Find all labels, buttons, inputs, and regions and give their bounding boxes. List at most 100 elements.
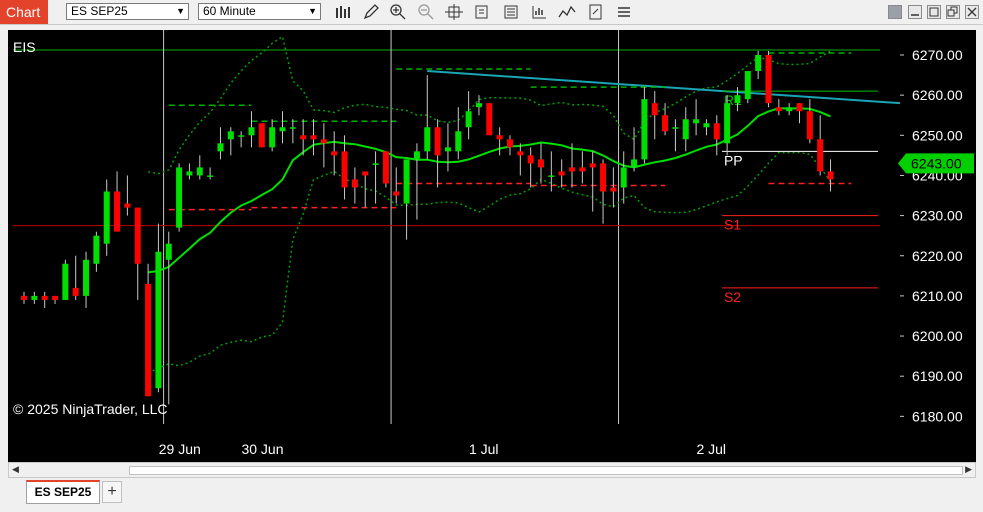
x-tick-label: 30 Jun bbox=[241, 441, 283, 457]
pivot-s2-label: S2 bbox=[724, 289, 741, 305]
chevron-down-icon: ▼ bbox=[308, 6, 317, 16]
strategies-icon[interactable] bbox=[502, 4, 520, 20]
current-price-label: 6243.00 bbox=[911, 155, 962, 171]
candle bbox=[506, 135, 513, 156]
y-tick-label: 6190.00 bbox=[912, 368, 963, 384]
indicators-icon[interactable] bbox=[530, 4, 548, 20]
candle bbox=[372, 151, 379, 204]
candle bbox=[444, 123, 451, 172]
x-tick-label: 29 Jun bbox=[159, 441, 201, 457]
candle bbox=[72, 255, 79, 300]
candle bbox=[724, 95, 731, 156]
candle bbox=[620, 151, 627, 204]
candle bbox=[331, 131, 338, 176]
candle bbox=[196, 155, 203, 180]
candle bbox=[62, 259, 69, 300]
instrument-selector[interactable]: ES SEP25 ▼ bbox=[66, 3, 189, 20]
candle bbox=[393, 167, 400, 204]
scroll-thumb[interactable] bbox=[129, 466, 963, 475]
candle bbox=[827, 159, 834, 192]
candle bbox=[682, 107, 689, 152]
candle bbox=[786, 103, 793, 116]
zoom-in-icon[interactable] bbox=[389, 4, 407, 20]
data-box-icon[interactable] bbox=[473, 4, 491, 20]
window-title: Chart bbox=[0, 0, 48, 24]
interval-value: 60 Minute bbox=[203, 4, 256, 18]
candle bbox=[765, 50, 772, 108]
instrument-label: EIS bbox=[13, 39, 36, 55]
y-tick-label: 6260.00 bbox=[912, 87, 963, 103]
y-tick-label: 6180.00 bbox=[912, 408, 963, 424]
candle bbox=[486, 103, 493, 136]
candle bbox=[320, 123, 327, 168]
pivot-s1-label: S1 bbox=[724, 217, 741, 233]
candle bbox=[124, 175, 131, 216]
properties-icon[interactable] bbox=[587, 4, 605, 20]
candle bbox=[465, 91, 472, 140]
candle bbox=[424, 75, 431, 160]
minimize-icon bbox=[911, 14, 919, 16]
scroll-right-icon[interactable]: ▶ bbox=[965, 464, 972, 475]
maximize-icon bbox=[929, 7, 939, 17]
candle bbox=[413, 143, 420, 220]
candle bbox=[796, 103, 803, 124]
interval-selector[interactable]: 60 Minute ▼ bbox=[198, 3, 321, 20]
candle bbox=[134, 207, 141, 300]
candle bbox=[496, 127, 503, 156]
candle bbox=[579, 151, 586, 184]
tab-es-sep25[interactable]: ES SEP25 bbox=[26, 480, 100, 504]
candle bbox=[165, 231, 172, 405]
candle bbox=[186, 163, 193, 180]
minimize-button[interactable] bbox=[888, 5, 902, 19]
tab-bar: ES SEP25 + bbox=[0, 478, 983, 512]
candle bbox=[662, 103, 669, 136]
candle bbox=[217, 127, 224, 160]
candle bbox=[434, 119, 441, 188]
tile-button[interactable] bbox=[908, 5, 922, 19]
candle bbox=[569, 143, 576, 188]
candle bbox=[455, 107, 462, 160]
candle bbox=[238, 131, 245, 148]
x-tick-label: 2 Jul bbox=[696, 441, 726, 457]
scroll-left-icon[interactable]: ◀ bbox=[12, 464, 19, 475]
y-tick-label: 6210.00 bbox=[912, 288, 963, 304]
price-chart[interactable]: R1PPS1S2 6270.006260.006250.006240.00623… bbox=[8, 30, 976, 462]
candle bbox=[527, 147, 534, 188]
candle bbox=[41, 291, 48, 308]
candle bbox=[475, 95, 482, 116]
candle bbox=[31, 291, 38, 304]
chart-panel[interactable]: R1 PP S1 S2 6270.00 6260.00 6250.00 6240.00 623… bbox=[8, 30, 976, 462]
candle bbox=[651, 91, 658, 140]
templates-icon[interactable] bbox=[615, 4, 633, 20]
y-tick-label: 6270.00 bbox=[912, 47, 963, 63]
candle bbox=[145, 263, 152, 397]
restore-button[interactable] bbox=[946, 5, 960, 19]
candle bbox=[52, 295, 59, 304]
candle bbox=[744, 71, 751, 104]
bars-icon[interactable] bbox=[334, 4, 352, 20]
candle bbox=[248, 111, 255, 148]
candle bbox=[289, 119, 296, 144]
candle bbox=[21, 291, 27, 304]
crosshair-icon[interactable] bbox=[445, 4, 463, 20]
candle bbox=[631, 127, 638, 172]
candle bbox=[227, 127, 234, 156]
candle bbox=[403, 159, 410, 240]
horizontal-scrollbar[interactable]: ◀ ▶ bbox=[8, 462, 976, 478]
y-tick-label: 6220.00 bbox=[912, 248, 963, 264]
add-tab-button[interactable]: + bbox=[102, 481, 122, 503]
chart-trader-icon[interactable] bbox=[558, 4, 576, 20]
draw-pencil-icon[interactable] bbox=[362, 4, 380, 20]
zoom-out-icon[interactable] bbox=[417, 4, 435, 20]
maximize-button[interactable] bbox=[927, 5, 941, 19]
restore-icon bbox=[947, 6, 958, 17]
y-tick-label: 6230.00 bbox=[912, 208, 963, 224]
candle bbox=[806, 99, 813, 144]
close-icon bbox=[967, 7, 977, 17]
candle bbox=[538, 143, 544, 184]
candle bbox=[755, 50, 762, 80]
candle bbox=[83, 251, 90, 308]
candle bbox=[610, 167, 617, 208]
candle bbox=[207, 167, 214, 180]
close-button[interactable] bbox=[965, 5, 979, 19]
